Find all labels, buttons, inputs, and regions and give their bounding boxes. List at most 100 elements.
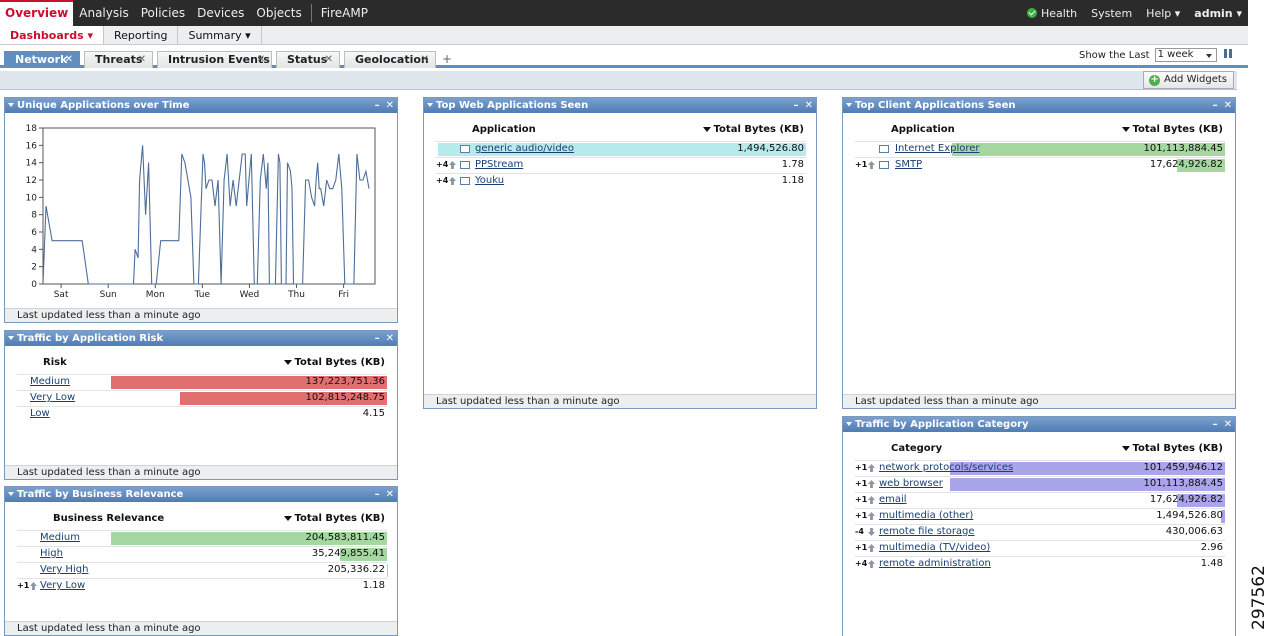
row-label-link[interactable]: generic audio/video [475,142,574,156]
subnav-dashboards[interactable]: Dashboards ▾ [0,26,104,44]
row-value: 1,494,526.80 [737,143,804,154]
close-icon[interactable]: ✕ [386,489,394,500]
column-header-application[interactable]: Application [472,124,536,135]
row-label-link[interactable]: network protocols/services [879,461,1013,475]
close-icon[interactable]: ✕ [138,52,146,68]
table-row: Medium 204,583,811.45 [17,530,387,545]
minimize-icon[interactable]: – [794,100,799,111]
y-tick-label: 6 [31,228,37,238]
close-icon[interactable]: ✕ [257,52,265,68]
row-label-link[interactable]: Medium [30,375,70,389]
x-tick-label: Thu [287,290,305,300]
close-icon[interactable]: ✕ [386,333,394,344]
row-label-link[interactable]: email [879,493,907,507]
add-widgets-button[interactable]: + Add Widgets [1143,71,1234,89]
row-value: 1.48 [1200,558,1223,569]
row-value: 2.96 [1200,542,1223,553]
row-label-link[interactable]: SMTP [895,158,922,172]
row-label-link[interactable]: remote administration [879,557,991,571]
column-header-risk[interactable]: Risk [43,357,67,368]
row-label-link[interactable]: Low [30,407,50,421]
nav-objects[interactable]: Objects [250,0,307,26]
widget-title[interactable]: Top Web Applications Seen – ✕ [424,98,816,113]
system-link[interactable]: System [1091,7,1132,20]
widget-title[interactable]: Traffic by Application Risk – ✕ [5,331,397,346]
column-header-total-bytes[interactable]: Total Bytes (KB) [283,513,385,524]
close-icon[interactable]: ✕ [421,52,429,68]
row-label-link[interactable]: Very Low [40,579,85,593]
table-row: +4 remote administration 1.48 [855,556,1225,571]
close-icon[interactable]: ✕ [65,52,73,68]
nav-fireamp[interactable]: FireAMP [315,0,374,26]
rank-change: +4 [855,559,868,568]
column-header-total-bytes[interactable]: Total Bytes (KB) [702,124,804,135]
minimize-icon[interactable]: – [375,489,380,500]
nav-overview[interactable]: Overview [0,0,74,26]
row-label-link[interactable]: High [40,547,63,561]
y-tick-label: 14 [26,159,38,169]
widget-unique-applications: Unique Applications over Time – ✕ 0 2 4 6 8 10 1… [4,97,398,323]
close-icon[interactable]: ✕ [325,52,333,68]
table-row: +1 multimedia (other) 1,494,526.80 [855,508,1225,523]
arrow-up-icon [868,560,875,568]
minimize-icon[interactable]: – [1213,100,1218,111]
add-tab-icon[interactable]: + [442,52,452,66]
nav-devices[interactable]: Devices [191,0,250,26]
widget-title-text: Traffic by Business Relevance [17,489,184,500]
row-label-link[interactable]: Very Low [30,391,75,405]
subnav-summary[interactable]: Summary ▾ [178,26,262,44]
widget-title[interactable]: Top Client Applications Seen – ✕ [843,98,1235,113]
health-link[interactable]: Health [1027,7,1077,20]
table-row: generic audio/video 1,494,526.80 [436,141,806,156]
row-label-link[interactable]: multimedia (TV/video) [879,541,990,555]
close-icon[interactable]: ✕ [1224,100,1232,111]
pause-icon[interactable] [1224,49,1232,58]
column-header-total-bytes[interactable]: Total Bytes (KB) [283,357,385,368]
close-icon[interactable]: ✕ [1224,419,1232,430]
row-label-link[interactable]: Internet Explorer [895,142,980,156]
row-label-link[interactable]: Medium [40,531,80,545]
column-header-total-bytes[interactable]: Total Bytes (KB) [1121,124,1223,135]
row-label-link[interactable]: remote file storage [879,525,975,539]
column-header-total-bytes[interactable]: Total Bytes (KB) [1121,443,1223,454]
tab-threats[interactable]: Threats ✕ [84,51,153,68]
row-label-link[interactable]: Youku [475,174,504,188]
subnav-reporting[interactable]: Reporting [104,26,179,44]
admin-menu[interactable]: admin ▾ [1194,7,1242,20]
time-range-select[interactable]: 1 week [1154,48,1217,62]
column-header-application[interactable]: Application [891,124,955,135]
widget-title[interactable]: Traffic by Business Relevance – ✕ [5,487,397,502]
row-label-link[interactable]: PPStream [475,158,523,172]
minimize-icon[interactable]: – [1213,419,1218,430]
widget-traffic-by-category: Traffic by Application Category – ✕ Catego… [842,416,1236,636]
application-icon [460,145,470,153]
nav-separator [310,4,312,22]
row-label-link[interactable]: Very High [40,563,88,577]
table-row: +4 PPStream 1.78 [436,157,806,172]
tab-status[interactable]: Status ✕ [276,51,340,68]
row-value: 35,249,855.41 [311,548,385,559]
rank-change: +4 [436,176,449,185]
row-label-link[interactable]: multimedia (other) [879,509,973,523]
widget-title[interactable]: Traffic by Application Category – ✕ [843,417,1235,432]
table-row: Medium 137,223,751.36 [17,374,387,389]
minimize-icon[interactable]: – [375,100,380,111]
tab-intrusion-events[interactable]: Intrusion Events ✕ [157,51,272,68]
minimize-icon[interactable]: – [375,333,380,344]
column-header-business-relevance[interactable]: Business Relevance [53,513,164,524]
close-icon[interactable]: ✕ [805,100,813,111]
nav-analysis[interactable]: Analysis [73,0,134,26]
help-menu[interactable]: Help ▾ [1146,7,1180,20]
widget-title[interactable]: Unique Applications over Time – ✕ [5,98,397,113]
tab-geolocation[interactable]: Geolocation ✕ [344,51,436,68]
row-value: 1.78 [781,159,804,170]
row-value: 102,815,248.75 [305,392,385,403]
column-header-category[interactable]: Category [891,443,942,454]
rank-change: +1 [855,160,868,169]
row-label-link[interactable]: web browser [879,477,943,491]
tab-network[interactable]: Network ✕ [4,51,80,68]
row-value: 430,006.63 [1165,526,1223,537]
table-row: +1 email 17,624,926.82 [855,492,1225,507]
nav-policies[interactable]: Policies [135,0,191,26]
close-icon[interactable]: ✕ [386,100,394,111]
